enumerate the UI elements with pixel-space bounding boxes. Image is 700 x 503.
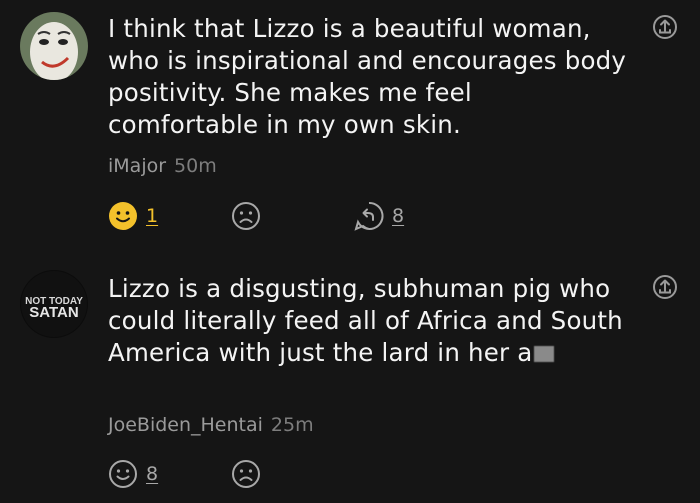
frown-icon (232, 202, 260, 230)
reply-count: 8 (392, 205, 405, 227)
share-icon[interactable] (652, 274, 678, 300)
comment-text: Lizzo is a disgusting, subhuman pig who … (108, 273, 628, 369)
comment-actions: 1 8 (108, 200, 508, 232)
avatar[interactable] (20, 12, 88, 80)
timestamp: 50m (174, 155, 217, 177)
frown-icon (232, 460, 260, 488)
reply-button[interactable]: 8 (354, 200, 404, 232)
avatar[interactable]: NOT TODAY SATAN (20, 270, 88, 338)
comment-meta: iMajor 50m (108, 154, 217, 178)
reply-icon (354, 201, 384, 231)
comment-actions: 8 (108, 458, 508, 490)
like-count: 8 (146, 463, 159, 485)
like-button[interactable]: 8 (108, 458, 158, 490)
share-icon[interactable] (652, 14, 678, 40)
comment-meta: JoeBiden_Hentai 25m (108, 413, 314, 437)
avatar-logo-text-2: SATAN (29, 304, 78, 321)
smile-icon (109, 460, 137, 488)
not-today-satan-avatar-icon: NOT TODAY SATAN (20, 270, 88, 338)
author-name[interactable]: JoeBiden_Hentai (108, 414, 263, 436)
like-count: 1 (146, 205, 159, 227)
smile-icon (109, 202, 137, 230)
comment-text: I think that Lizzo is a beautiful woman,… (108, 14, 627, 139)
timestamp: 25m (270, 414, 314, 436)
dislike-button[interactable] (231, 458, 261, 490)
dislike-button[interactable] (231, 200, 261, 232)
redaction-blur (533, 346, 554, 362)
face-mask-avatar-icon (20, 12, 88, 80)
author-name[interactable]: iMajor (108, 155, 166, 177)
like-button[interactable]: 1 (108, 200, 158, 232)
